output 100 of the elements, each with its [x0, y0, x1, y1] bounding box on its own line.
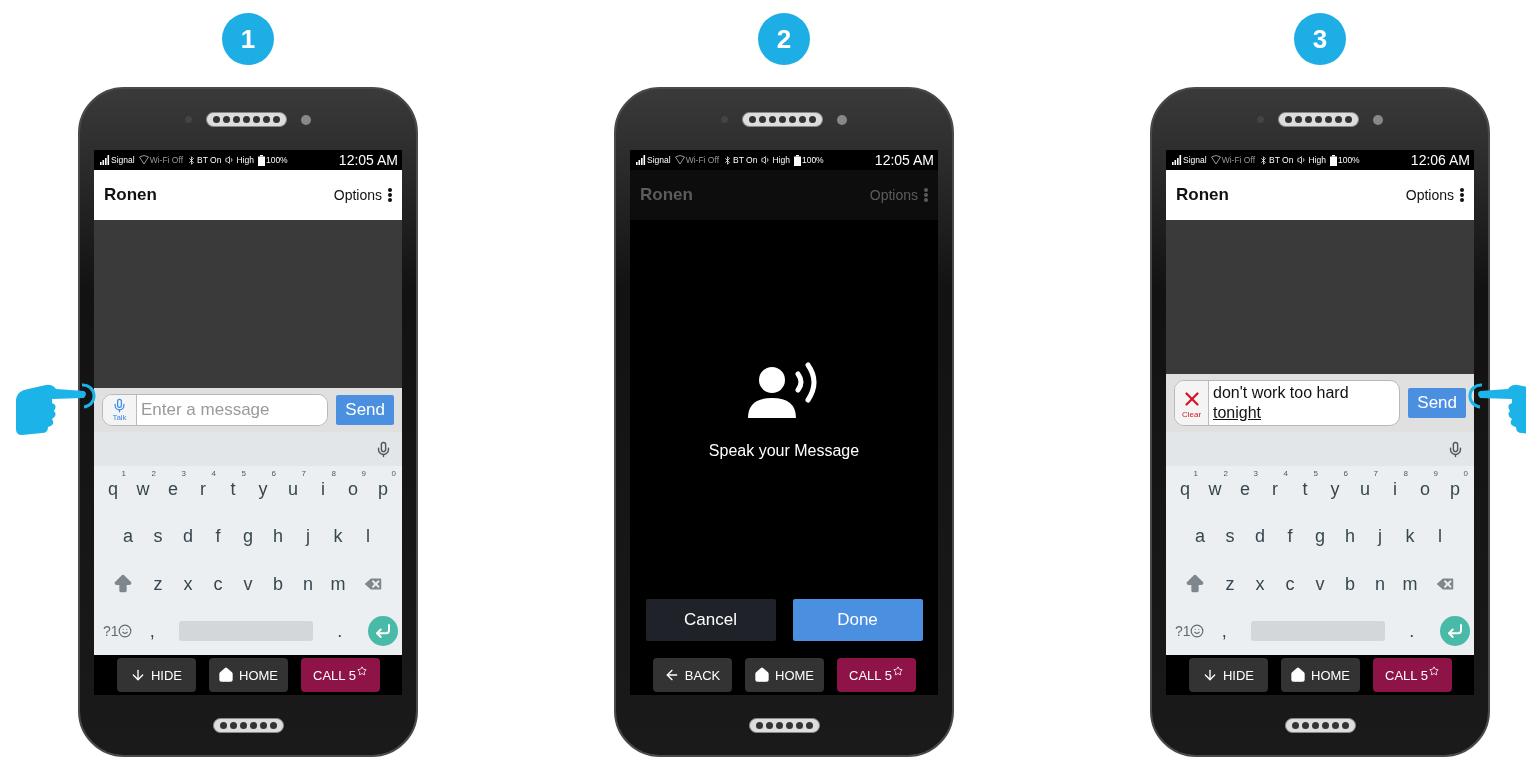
keyboard-key[interactable]: a [1185, 526, 1215, 548]
enter-key[interactable] [368, 616, 398, 647]
call-button[interactable]: CALL 5 [1372, 658, 1452, 692]
keyboard-key[interactable]: d [1245, 526, 1275, 548]
status-label: BT On [197, 155, 222, 165]
keyboard-key[interactable]: n [1365, 573, 1395, 595]
sensor-icon [1373, 114, 1383, 125]
status-label: BT On [733, 155, 758, 165]
keyboard-key[interactable]: x [173, 573, 203, 595]
keyboard-key[interactable]: g [1305, 526, 1335, 548]
keyboard-key[interactable]: b [263, 573, 293, 595]
mic-icon[interactable] [1447, 440, 1464, 458]
sensor-icon [301, 114, 311, 125]
keyboard-key[interactable]: v [233, 573, 263, 595]
call-button[interactable]: CALL 5 [300, 658, 380, 692]
keyboard-key[interactable]: h [263, 526, 293, 548]
keyboard-key[interactable]: f [203, 526, 233, 548]
keyboard-key[interactable]: d [173, 526, 203, 548]
contact-name: Ronen [640, 185, 693, 205]
speaker-icon [761, 155, 772, 165]
keyboard-key[interactable]: . [324, 620, 355, 642]
signal-icon [1172, 155, 1182, 165]
wifi-icon [138, 155, 149, 165]
nav-button[interactable]: HOME [1280, 658, 1360, 692]
keyboard-key[interactable]: k [1395, 526, 1425, 548]
keyboard-key[interactable]: j [293, 526, 323, 548]
key-hint: 0 [391, 469, 396, 479]
status-time: 12:06 AM [1410, 152, 1470, 168]
enter-key[interactable] [1440, 616, 1470, 647]
keyboard-key[interactable]: n [293, 573, 323, 595]
bluetooth-icon [723, 155, 732, 165]
key-hint: 9 [1433, 469, 1438, 479]
status-label: Signal [1183, 155, 1207, 165]
options-button[interactable]: Options [1405, 187, 1464, 203]
wifi-icon [1210, 155, 1221, 165]
keyboard-key[interactable]: a [113, 526, 143, 548]
status-label: 100% [265, 155, 288, 165]
key-hint: 8 [331, 469, 336, 479]
call-button[interactable]: CALL 5 [836, 658, 916, 692]
keyboard-key[interactable]: , [1209, 620, 1239, 642]
key-hint: 2 [151, 469, 156, 479]
keyboard-key[interactable]: k [323, 526, 353, 548]
key-hint: 6 [1343, 469, 1348, 479]
voice-prompt: Speak your Message [708, 442, 860, 460]
clear-button[interactable]: Clear [1175, 381, 1209, 425]
star-icon [356, 666, 367, 676]
keyboard-key[interactable]: f [1275, 526, 1305, 548]
keyboard-key[interactable]: s [143, 526, 173, 548]
keyboard-key[interactable]: z [143, 573, 173, 595]
keyboard-key[interactable]: j [1365, 526, 1395, 548]
key-hint: 1 [121, 469, 126, 479]
keyboard-key[interactable]: v [1305, 573, 1335, 595]
nav-button[interactable]: HIDE [1188, 658, 1268, 692]
key-hint: 5 [241, 469, 246, 479]
step-number: 3 [1294, 13, 1346, 65]
nav-button[interactable]: BACK [652, 658, 732, 692]
nav-button[interactable]: HIDE [116, 658, 196, 692]
options-button[interactable]: Options [333, 187, 392, 203]
mic-icon [112, 398, 127, 413]
status-label: High [772, 155, 790, 165]
wifi-icon [674, 155, 685, 165]
nav-button[interactable]: HOME [208, 658, 288, 692]
mic-icon[interactable] [375, 440, 392, 458]
keyboard-key[interactable]: c [1275, 573, 1305, 595]
battery-icon [1329, 154, 1337, 166]
message-field[interactable]: Clear don't work too hard tonight [1174, 380, 1401, 426]
status-label: Wi-Fi Off [149, 155, 183, 165]
key-hint: 1 [1193, 469, 1198, 479]
status-label: Wi-Fi Off [685, 155, 719, 165]
status-label: High [1308, 155, 1326, 165]
keyboard-key[interactable]: b [1335, 573, 1365, 595]
symbols-key[interactable]: ?1 [1170, 623, 1210, 640]
keyboard-key[interactable]: l [353, 526, 383, 548]
keyboard-key[interactable]: c [203, 573, 233, 595]
keyboard-key[interactable]: m [1395, 573, 1425, 595]
bluetooth-icon [1259, 155, 1268, 165]
status-label: Signal [647, 155, 671, 165]
cancel-button[interactable]: Cancel [645, 599, 776, 641]
keyboard-key[interactable]: h [1335, 526, 1365, 548]
keyboard-key[interactable]: g [233, 526, 263, 548]
keyboard-key[interactable]: z [1215, 573, 1245, 595]
nav-button[interactable]: HOME [744, 658, 824, 692]
status-label: BT On [1269, 155, 1294, 165]
speaker-icon [225, 155, 236, 165]
speaker-grille [748, 717, 820, 733]
key-hint: 8 [1403, 469, 1408, 479]
keyboard-key[interactable]: s [1215, 526, 1245, 548]
keyboard-key[interactable]: , [137, 620, 167, 642]
status-label: Wi-Fi Off [1221, 155, 1255, 165]
enter-icon [1446, 622, 1465, 641]
enter-icon [374, 622, 393, 641]
keyboard-key[interactable]: m [323, 573, 353, 595]
speaker-icon [1297, 155, 1308, 165]
keyboard-key[interactable]: x [1245, 573, 1275, 595]
status-time: 12:05 AM [874, 152, 934, 168]
symbols-key[interactable]: ?1 [98, 623, 138, 640]
status-label: High [236, 155, 254, 165]
battery-icon [257, 154, 265, 166]
keyboard-key[interactable]: l [1425, 526, 1455, 548]
keyboard-key[interactable]: . [1396, 620, 1427, 642]
